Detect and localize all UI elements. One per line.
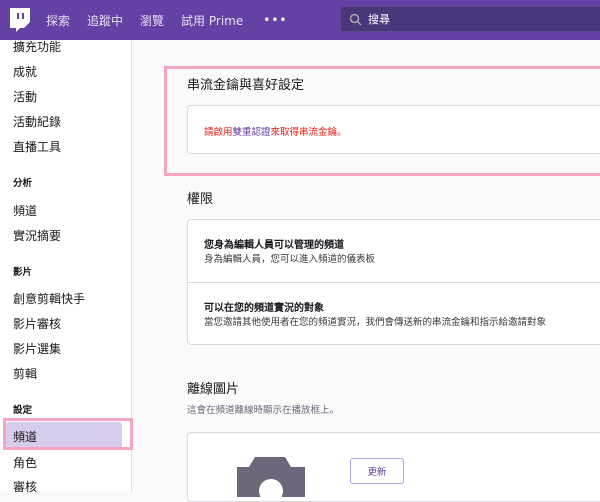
sidebar-item-stream-summary[interactable]: 實況摘要 — [13, 227, 61, 244]
offline-image-title: 離線圖片 — [187, 382, 240, 397]
top-nav: 探索 追蹤中 瀏覽 試用 Prime ••• 搜尋 — [0, 0, 600, 40]
sidebar-item-collections[interactable]: 影片選集 — [13, 340, 61, 357]
sidebar-item-video-review[interactable]: 影片審核 — [13, 315, 61, 332]
update-button[interactable]: 更新 — [350, 458, 404, 484]
sidebar-item-activity[interactable]: 活動 — [13, 88, 37, 105]
msg-post: 來取得串流金鑰。 — [270, 127, 347, 138]
editor-channels-title: 您身為編輯人員可以管理的頻道 — [204, 240, 344, 251]
offline-image-desc: 這會在頻道離線時顯示在播放框上。 — [187, 405, 340, 416]
search-placeholder: 搜尋 — [368, 13, 390, 26]
divider — [188, 282, 600, 283]
stream-key-message: 請啟用雙重認證來取得串流金鑰。 — [204, 124, 347, 138]
sidebar-item-moderation[interactable]: 審核 — [13, 478, 37, 495]
msg-pre: 請啟用 — [204, 127, 233, 138]
editor-channels-desc: 身為編輯人員，您可以進入頻道的儀表板 — [204, 254, 376, 265]
twitch-logo-icon[interactable] — [8, 8, 30, 32]
camera-icon — [237, 457, 305, 497]
sidebar-item-channel-analytics[interactable]: 頻道 — [13, 202, 37, 219]
stream-key-title: 串流金鑰與喜好設定 — [187, 78, 305, 93]
sidebar-item-clip-creator[interactable]: 創意剪輯快手 — [13, 290, 85, 307]
sidebar-item-activity-log[interactable]: 活動紀錄 — [13, 113, 61, 130]
stream-together-desc: 當您邀請其他使用者在您的頻道實況，我們會傳送新的串流金鑰和指示給邀請對象 — [204, 317, 547, 328]
stream-key-card: 請啟用雙重認證來取得串流金鑰。 — [187, 105, 600, 154]
search-input[interactable]: 搜尋 — [340, 6, 600, 32]
sidebar-section-video: 影片 — [13, 267, 33, 278]
sidebar-item-stream-tools[interactable]: 直播工具 — [13, 138, 61, 155]
highlight-box — [3, 418, 133, 450]
sidebar-item-roles[interactable]: 角色 — [13, 454, 37, 471]
more-icon[interactable]: ••• — [263, 13, 287, 27]
two-factor-link[interactable]: 雙重認證 — [233, 127, 271, 138]
sidebar-section-settings: 設定 — [13, 405, 33, 416]
nav-following[interactable]: 追蹤中 — [87, 12, 123, 29]
nav-browse[interactable]: 瀏覽 — [140, 12, 164, 29]
permissions-title: 權限 — [187, 192, 214, 207]
sidebar-item-extensions[interactable]: 擴充功能 — [13, 38, 61, 55]
nav-prime[interactable]: 試用 Prime — [181, 12, 243, 29]
nav-explore[interactable]: 探索 — [46, 12, 70, 29]
search-icon — [349, 13, 362, 26]
sidebar-section-analytics: 分析 — [13, 178, 33, 189]
sidebar-item-achievements[interactable]: 成就 — [13, 63, 37, 80]
sidebar-item-clips[interactable]: 剪輯 — [13, 365, 37, 382]
stream-together-title: 可以在您的頻道實況的對象 — [204, 303, 324, 314]
